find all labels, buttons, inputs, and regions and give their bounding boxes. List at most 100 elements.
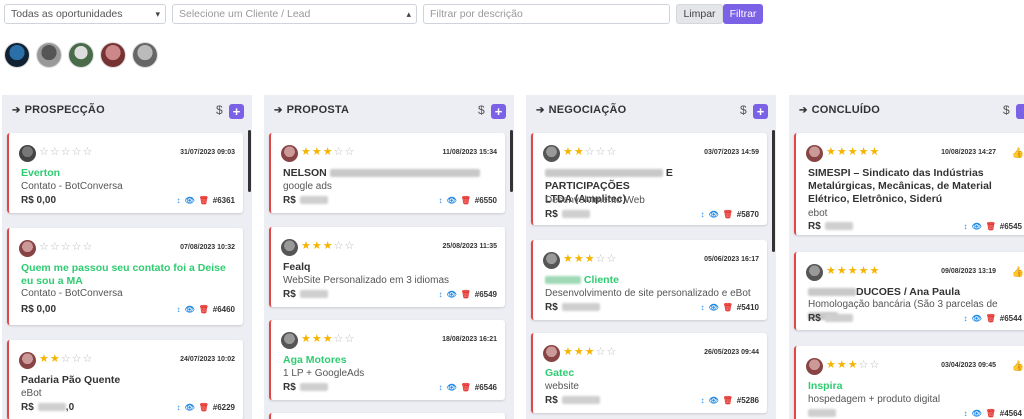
trash-icon[interactable]: 🗑 [199, 196, 209, 205]
trash-icon[interactable]: 🗑 [986, 314, 996, 323]
user-avatar[interactable] [100, 42, 126, 68]
opportunity-card[interactable]: ☆☆☆☆☆ 31/07/2023 09:03 Everton Contato -… [7, 133, 243, 213]
card-title[interactable]: DUCOES / Ana Paula [808, 286, 1023, 299]
scrollbar[interactable] [248, 130, 251, 192]
card-title[interactable]: Aga Motores [283, 354, 498, 367]
trash-icon[interactable]: 🗑 [461, 290, 471, 299]
eye-icon[interactable]: 👁 [708, 210, 718, 219]
redacted-value [561, 396, 600, 405]
move-icon[interactable]: ↕ [438, 383, 442, 392]
trash-icon[interactable]: 🗑 [199, 403, 209, 412]
rating-stars[interactable]: ★★★☆☆ [301, 239, 355, 252]
column-value-button[interactable]: $ [478, 103, 485, 117]
thumbs-up-icon[interactable]: 👍 [1012, 361, 1024, 372]
trash-icon[interactable]: 🗑 [723, 303, 733, 312]
opportunity-card[interactable]: ★★★☆☆ 11/08/2023 15:34 NELSON google ads… [269, 133, 505, 213]
add-card-button[interactable]: + [753, 104, 768, 119]
rating-stars[interactable]: ★★★★★ [826, 264, 880, 277]
filter-button[interactable]: Filtrar [723, 4, 763, 24]
scrollbar[interactable] [772, 130, 775, 252]
eye-icon[interactable]: 👁 [971, 222, 981, 231]
trash-icon[interactable]: 🗑 [461, 196, 471, 205]
add-card-button[interactable] [1016, 104, 1024, 119]
scrollbar[interactable] [510, 130, 513, 192]
card-id: #6361 [212, 196, 235, 205]
user-avatar[interactable] [68, 42, 94, 68]
move-icon[interactable]: ↕ [700, 210, 704, 219]
opportunity-card[interactable]: ★★★★★ 10/08/2023 14:27 👍 SIMESPI – Sindi… [794, 133, 1024, 235]
card-title[interactable]: Padaria Pão Quente [21, 374, 236, 387]
card-title[interactable]: NELSON [283, 167, 498, 180]
opportunity-select[interactable]: Todas as oportunidades ▾ [4, 4, 166, 24]
card-title[interactable]: Everton [21, 167, 236, 180]
rating-stars[interactable]: ☆☆☆☆☆ [39, 240, 93, 253]
move-icon[interactable]: ↕ [176, 403, 180, 412]
move-icon[interactable]: ↕ [700, 303, 704, 312]
column-value-button[interactable]: $ [1003, 103, 1010, 117]
description-filter-input[interactable]: Filtrar por descrição [423, 4, 670, 24]
opportunity-card[interactable]: ★★☆☆☆ 03/07/2023 14:59 E PARTICIPAÇÕES LT… [531, 133, 767, 225]
move-icon[interactable]: ↕ [176, 196, 180, 205]
clear-button[interactable]: Limpar [676, 4, 723, 24]
add-card-button[interactable]: + [229, 104, 244, 119]
eye-icon[interactable]: 👁 [708, 396, 718, 405]
move-icon[interactable]: ↕ [438, 196, 442, 205]
card-title[interactable]: Gatec [545, 367, 760, 380]
move-icon[interactable]: ↕ [963, 409, 967, 418]
card-date: 03/07/2023 14:59 [704, 149, 759, 156]
rating-stars[interactable]: ★★☆☆☆ [39, 352, 93, 365]
opportunity-card[interactable]: ★★★☆☆ 05/06/2023 16:17 Cliente Desenvolv… [531, 240, 767, 320]
card-title[interactable]: Fealq [283, 261, 498, 274]
eye-icon[interactable]: 👁 [971, 409, 981, 418]
column-value-button[interactable]: $ [216, 103, 223, 117]
eye-icon[interactable]: 👁 [446, 383, 456, 392]
eye-icon[interactable]: 👁 [184, 305, 194, 314]
rating-stars[interactable]: ★★★☆☆ [563, 345, 617, 358]
move-icon[interactable]: ↕ [438, 290, 442, 299]
move-icon[interactable]: ↕ [963, 222, 967, 231]
card-title[interactable]: Inspira [808, 380, 1023, 393]
trash-icon[interactable]: 🗑 [986, 409, 996, 418]
eye-icon[interactable]: 👁 [446, 196, 456, 205]
move-icon[interactable]: ↕ [963, 314, 967, 323]
rating-stars[interactable]: ★★☆☆☆ [563, 145, 617, 158]
eye-icon[interactable]: 👁 [184, 196, 194, 205]
eye-icon[interactable]: 👁 [184, 403, 194, 412]
add-card-button[interactable]: + [491, 104, 506, 119]
trash-icon[interactable]: 🗑 [723, 210, 733, 219]
opportunity-card[interactable]: ★★★☆☆ 26/05/2023 09:44 Gatec website R$ … [531, 333, 767, 413]
trash-icon[interactable]: 🗑 [461, 383, 471, 392]
move-icon[interactable]: ↕ [700, 396, 704, 405]
opportunity-card[interactable]: ☆☆☆☆☆ 07/08/2023 10:32 Quem me passou se… [7, 228, 243, 325]
opportunity-card[interactable]: ★★☆☆☆ 24/07/2023 10:02 Padaria Pão Quent… [7, 340, 243, 419]
card-title[interactable]: SIMESPI – Sindicato das Indústrias Metal… [808, 167, 1023, 206]
user-avatar[interactable] [132, 42, 158, 68]
rating-stars[interactable]: ★★★☆☆ [563, 252, 617, 265]
rating-stars[interactable]: ★★★★★ [826, 145, 880, 158]
eye-icon[interactable]: 👁 [708, 303, 718, 312]
user-avatar[interactable] [4, 42, 30, 68]
opportunity-card[interactable] [269, 413, 505, 419]
move-icon[interactable]: ↕ [176, 305, 180, 314]
eye-icon[interactable]: 👁 [446, 290, 456, 299]
thumbs-up-icon[interactable]: 👍 [1012, 267, 1024, 278]
card-title[interactable]: Quem me passou seu contato foi a Deise e… [21, 262, 236, 288]
rating-stars[interactable]: ★★★☆☆ [301, 332, 355, 345]
column-value-button[interactable]: $ [740, 103, 747, 117]
user-avatar[interactable] [36, 42, 62, 68]
opportunity-card[interactable]: ★★★☆☆ 25/08/2023 11:35 Fealq WebSite Per… [269, 227, 505, 307]
trash-icon[interactable]: 🗑 [199, 305, 209, 314]
rating-stars[interactable]: ★★★☆☆ [301, 145, 355, 158]
eye-icon[interactable]: 👁 [971, 314, 981, 323]
rating-stars[interactable]: ★★★☆☆ [826, 358, 880, 371]
rating-stars[interactable]: ☆☆☆☆☆ [39, 145, 93, 158]
opportunity-card[interactable]: ★★★☆☆ 03/04/2023 09:45 👍 Inspira hospeda… [794, 346, 1024, 419]
thumbs-up-icon[interactable]: 👍 [1012, 148, 1024, 159]
opportunity-card[interactable]: ★★★☆☆ 18/08/2023 16:21 Aga Motores 1 LP … [269, 320, 505, 400]
card-title[interactable]: Cliente [545, 274, 760, 287]
card-actions: ↕ 👁 🗑 #5870 [700, 210, 759, 219]
client-select[interactable]: Selecione um Cliente / Lead ▴ [172, 4, 417, 24]
trash-icon[interactable]: 🗑 [986, 222, 996, 231]
opportunity-card[interactable]: ★★★★★ 09/08/2023 13:19 👍 DUCOES / Ana Pa… [794, 252, 1024, 330]
trash-icon[interactable]: 🗑 [723, 396, 733, 405]
